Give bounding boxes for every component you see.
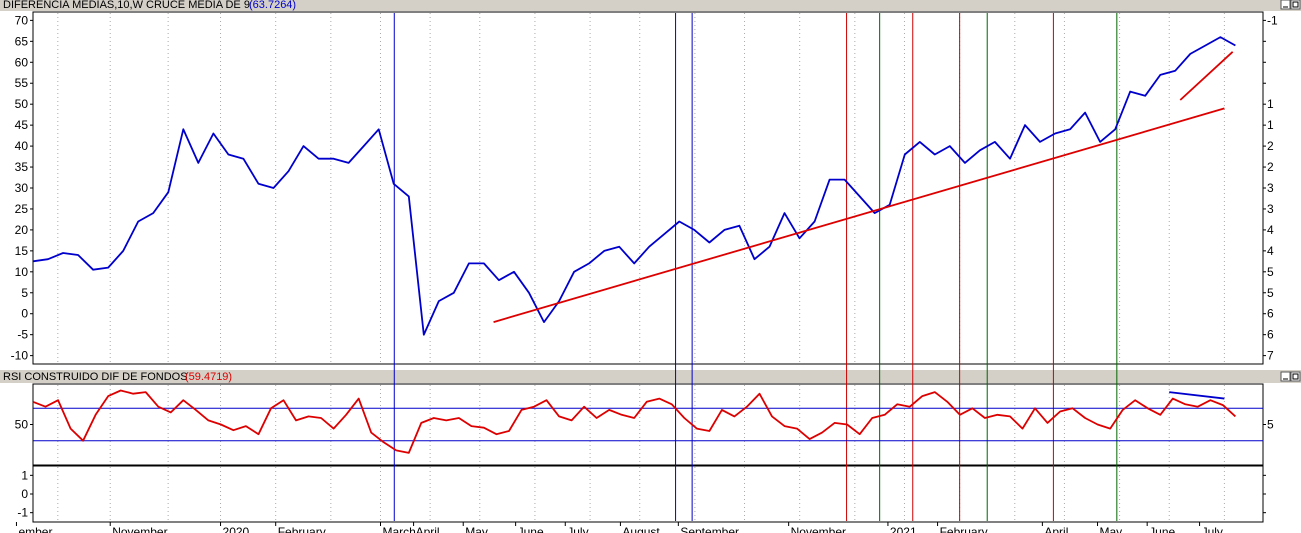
right-tick-label: 3 [1267,202,1274,216]
month-label: 2021 [890,525,917,533]
signal-lines [393,13,1118,521]
y-tick-label: -5 [17,328,28,342]
y-tick-label: 1 [21,468,28,482]
panel2-title: RSI CONSTRUIDO DIF DE FONDOS [3,371,188,383]
panel1-frame [32,11,1264,365]
right-tick-label: 6 [1267,307,1274,321]
y-tick-label: 25 [15,202,29,216]
month-label: September [680,525,739,533]
right-tick-label: -1 [1267,13,1278,27]
month-label: May [465,525,488,533]
panel2-frame [32,383,1264,466]
month-label: April [416,525,440,533]
right-tick-label: 5 [1267,286,1274,300]
month-label: April [1044,525,1068,533]
maximize-icon[interactable] [1290,0,1301,10]
x-axis: ember November 2020 February March April May Ju… [15,521,1263,533]
series-line [32,36,1236,336]
panel1-title: DIFERENCIA MEDIAS,10,W CRUCE MEDIA DE 9 [3,0,250,11]
month-label: June [518,525,544,533]
right-tick-label: 3 [1267,181,1274,195]
right-tick-label: 2 [1267,139,1274,153]
right-tick-label: 1 [1267,118,1274,132]
y-tick-label: 5 [21,286,28,300]
y-tick-label: 45 [15,118,29,132]
trendline [1179,51,1234,101]
month-label: June [1149,525,1175,533]
y-tick-label: 65 [15,34,29,48]
y-tick-label: 50 [15,97,29,111]
month-label: ember [18,525,52,533]
panel2-plot: 50 5 [15,389,1274,454]
y-tick-label: -1 [17,506,28,520]
y-tick-label: 20 [15,223,29,237]
right-tick-label: 2 [1267,160,1274,174]
minimize-icon[interactable] [1280,371,1291,382]
gridlines [57,13,1225,521]
panel1-plot: -10 7-5 60 65 510 515 420 425 330 335 240 245 150 155… [11,13,1278,362]
y-tick-label: 15 [15,244,29,258]
y-tick-label: 70 [15,13,29,27]
month-label: July [567,525,588,533]
panel3-plot: -1 0 1 [17,468,1266,520]
chart-canvas: DIFERENCIA MEDIAS,10,W CRUCE MEDIA DE 9 … [0,0,1301,533]
month-label: March [382,525,415,533]
y-tick-label: 60 [15,55,29,69]
panel1-value: (63.7264) [249,0,296,11]
right-tick-label: 4 [1267,244,1274,258]
y-tick-label: 50 [15,418,29,432]
right-tick-label: 5 [1267,418,1274,432]
month-label: November [791,525,846,533]
series-line [32,389,1237,454]
month-label: February [278,525,326,533]
y-tick-label: 0 [21,487,28,501]
panel2-header: RSI CONSTRUIDO DIF DE FONDOS (59.4719) [0,370,1301,383]
right-tick-label: 4 [1267,223,1274,237]
y-tick-label: 30 [15,181,29,195]
right-tick-label: 1 [1267,97,1274,111]
right-tick-label: 5 [1267,265,1274,279]
month-label: February [940,525,988,533]
y-tick-label: 35 [15,160,29,174]
month-label: July [1202,525,1223,533]
month-label: May [1100,525,1123,533]
y-tick-label: 40 [15,139,29,153]
trendline [1169,391,1225,400]
right-tick-label: 6 [1267,328,1274,342]
maximize-icon[interactable] [1290,371,1301,382]
trendline [493,107,1225,323]
minimize-icon[interactable] [1280,0,1291,10]
panel1-header: DIFERENCIA MEDIAS,10,W CRUCE MEDIA DE 9 … [0,0,1301,11]
panel2-value: (59.4719) [185,371,232,383]
panel3-frame [32,465,1264,523]
y-tick-label: 0 [21,307,28,321]
y-tick-label: 10 [15,265,29,279]
month-label: November [112,525,167,533]
right-tick-label: 7 [1267,349,1274,363]
y-tick-label: -10 [11,349,29,363]
y-tick-label: 55 [15,76,29,90]
month-label: August [622,525,660,533]
month-label: 2020 [223,525,250,533]
